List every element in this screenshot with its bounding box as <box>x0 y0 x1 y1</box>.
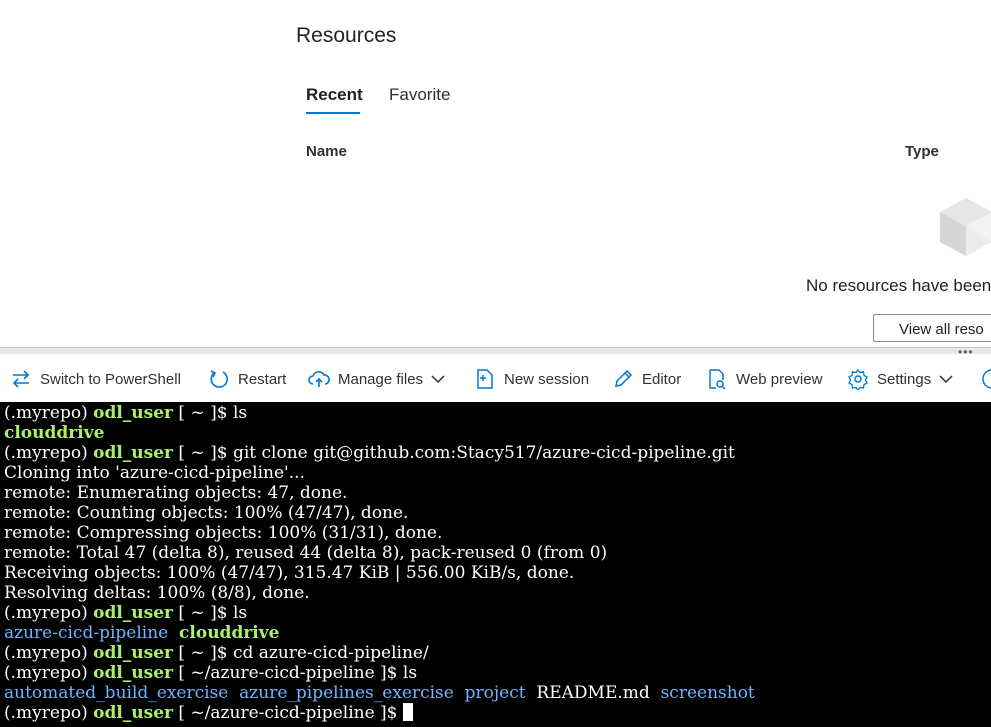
prompt-path: [ ~/azure-cicd-pipeline ]$ <box>173 663 403 683</box>
manage-files-button[interactable]: Manage files <box>308 368 445 390</box>
prompt-user: odl_user <box>93 603 173 623</box>
empty-cube-icon <box>938 196 991 263</box>
restart-icon <box>210 370 229 388</box>
tab-selected-indicator <box>306 112 360 114</box>
editor-label: Editor <box>642 370 682 388</box>
pane-splitter[interactable] <box>0 347 991 354</box>
terminal-line: (.myrepo) odl_user [ ~ ]$ ls <box>0 403 991 423</box>
prompt-path: [ ~ ]$ <box>173 403 233 423</box>
editor-button[interactable]: Editor <box>612 368 681 390</box>
dir-listing-item: screenshot <box>660 683 755 703</box>
web-preview-icon <box>709 369 726 390</box>
dir-listing-item: project <box>464 683 526 703</box>
resources-title: Resources <box>296 24 397 47</box>
switch-to-powershell-label: Switch to PowerShell <box>40 370 181 388</box>
view-all-resources-button[interactable]: View all reso <box>873 314 991 342</box>
command: ls <box>232 403 248 423</box>
tab-favorite[interactable]: Favorite <box>389 85 450 105</box>
prompt-user: odl_user <box>93 443 173 463</box>
chevron-down-icon <box>431 375 445 384</box>
cloud-shell-toolbar: Switch to PowerShell Restart Manage file… <box>0 354 991 402</box>
prompt-path: [ ~/azure-cicd-pipeline ]$ <box>173 703 403 723</box>
dir-listing-item: azure-cicd-pipeline <box>4 623 169 643</box>
dir-listing-item: clouddrive <box>179 623 280 643</box>
terminal-cursor <box>402 703 413 721</box>
terminal-line: (.myrepo) odl_user [ ~/azure-cicd-pipeli… <box>0 663 991 683</box>
prompt-user: odl_user <box>93 703 173 723</box>
settings-label: Settings <box>877 370 932 388</box>
file-listing-item: README.md <box>536 683 650 703</box>
prompt-path: [ ~ ]$ <box>173 443 233 463</box>
terminal-line: azure-cicd-pipeline clouddrive <box>0 623 991 643</box>
dir-listing-item: azure_pipelines_exercise <box>239 683 454 703</box>
prompt-env: (.myrepo) <box>4 603 94 623</box>
help-button[interactable] <box>981 368 991 390</box>
terminal-line: clouddrive <box>0 423 991 443</box>
empty-state-message: No resources have been <box>806 276 991 295</box>
command: git clone git@github.com:Stacy517/azure-… <box>232 443 735 463</box>
prompt-user: odl_user <box>93 403 173 423</box>
manage-files-label: Manage files <box>338 370 424 388</box>
terminal-line: (.myrepo) odl_user [ ~ ]$ ls <box>0 603 991 623</box>
new-session-label: New session <box>504 370 590 388</box>
command: ls <box>232 603 248 623</box>
prompt-env: (.myrepo) <box>4 703 94 723</box>
terminal-line: (.myrepo) odl_user [ ~ ]$ git clone git@… <box>0 443 991 463</box>
switch-to-powershell-button[interactable]: Switch to PowerShell <box>10 368 181 390</box>
help-circle-icon <box>982 369 991 389</box>
web-preview-button[interactable]: Web preview <box>706 368 822 390</box>
command: cd azure-cicd-pipeline/ <box>232 643 429 663</box>
terminal-line: remote: Compressing objects: 100% (31/31… <box>4 523 443 543</box>
prompt-path: [ ~ ]$ <box>173 603 233 623</box>
terminal-line: Resolving deltas: 100% (8/8), done. <box>4 583 310 603</box>
terminal-line: Cloning into 'azure-cicd-pipeline'... <box>4 463 305 483</box>
switch-arrows-icon <box>12 370 30 388</box>
web-preview-label: Web preview <box>736 370 823 388</box>
prompt-user: odl_user <box>93 643 173 663</box>
chevron-down-icon <box>939 375 953 384</box>
dir-listing-item: clouddrive <box>4 423 105 443</box>
restart-label: Restart <box>238 370 287 388</box>
dir-listing-item: automated_build_exercise <box>4 683 229 703</box>
terminal-line: automated_build_exercise azure_pipelines… <box>0 683 991 703</box>
terminal[interactable]: (.myrepo) odl_user [ ~ ]$ ls clouddrive … <box>0 402 991 727</box>
prompt-env: (.myrepo) <box>4 443 94 463</box>
terminal-line: (.myrepo) odl_user [ ~ ]$ cd azure-cicd-… <box>0 643 991 663</box>
terminal-line: remote: Total 47 (delta 8), reused 44 (d… <box>4 543 608 563</box>
prompt-env: (.myrepo) <box>4 663 94 683</box>
prompt-env: (.myrepo) <box>4 403 94 423</box>
tab-recent[interactable]: Recent <box>306 85 363 105</box>
terminal-line: Receiving objects: 100% (47/47), 315.47 … <box>4 563 575 583</box>
gear-icon <box>848 368 868 390</box>
terminal-line: (.myrepo) odl_user [ ~/azure-cicd-pipeli… <box>0 703 991 723</box>
prompt-path: [ ~ ]$ <box>173 643 233 663</box>
column-header-type[interactable]: Type <box>905 143 939 160</box>
new-session-icon <box>477 369 493 389</box>
terminal-line: remote: Enumerating objects: 47, done. <box>4 483 348 503</box>
terminal-line: remote: Counting objects: 100% (47/47), … <box>4 503 409 523</box>
prompt-user: odl_user <box>93 663 173 683</box>
pencil-icon <box>615 369 633 387</box>
column-header-name[interactable]: Name <box>306 143 347 160</box>
new-session-button[interactable]: New session <box>474 368 589 390</box>
command: ls <box>402 663 418 683</box>
prompt-env: (.myrepo) <box>4 643 94 663</box>
cloud-upload-icon <box>308 371 330 387</box>
restart-button[interactable]: Restart <box>208 368 286 390</box>
settings-button[interactable]: Settings <box>847 368 953 390</box>
resources-pane: Resources Recent Favorite Name Type No r… <box>0 0 991 347</box>
